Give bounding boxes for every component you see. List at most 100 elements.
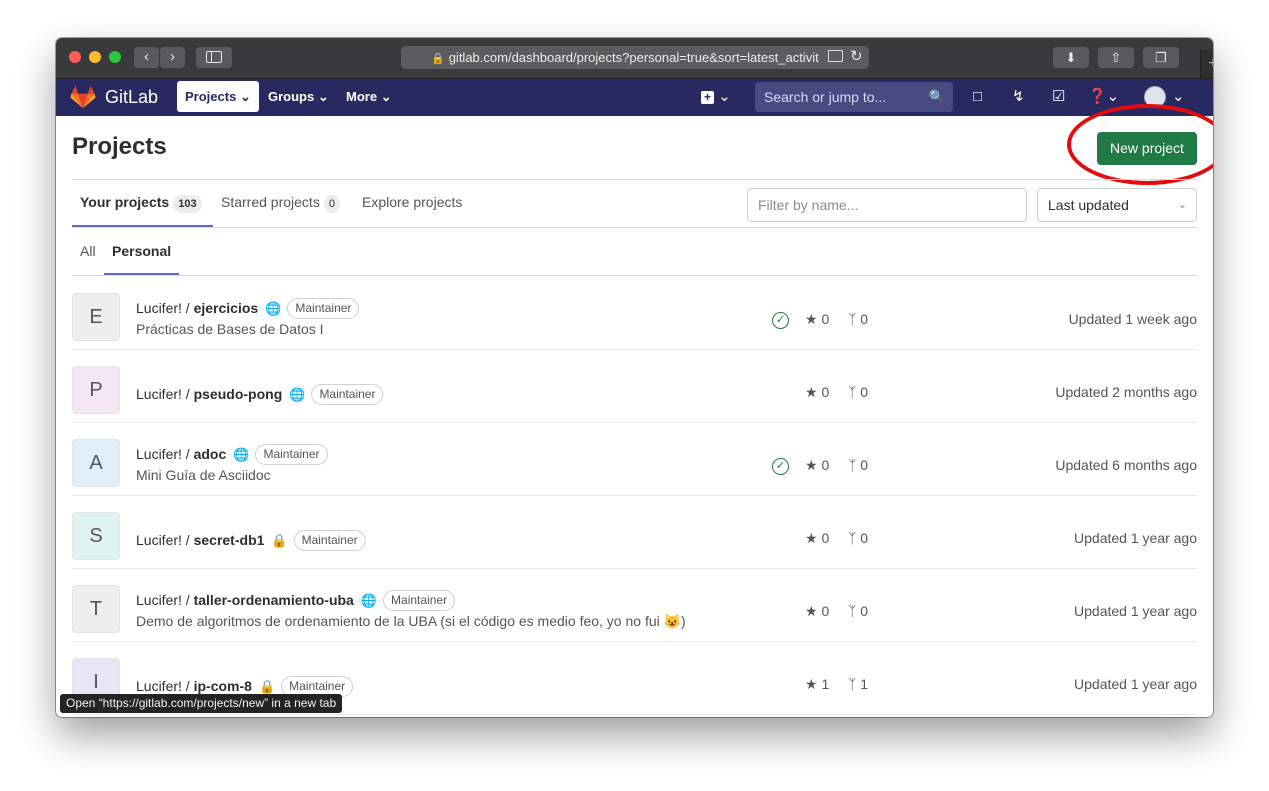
- zoom-window-button[interactable]: [109, 51, 121, 63]
- star-count[interactable]: ★ 0: [805, 311, 829, 328]
- page-title: Projects: [72, 133, 167, 160]
- role-badge: Maintainer: [287, 298, 360, 319]
- updated-timestamp: Updated 1 year ago: [1074, 676, 1197, 692]
- downloads-icon[interactable]: ⬇: [1053, 47, 1089, 68]
- merge-requests-icon[interactable]: ↯: [1012, 87, 1025, 107]
- reader-icon[interactable]: [828, 50, 843, 62]
- project-row[interactable]: T Lucifer! / taller-ordenamiento-uba 🌐 Main…: [72, 568, 1197, 642]
- star-count-value: 0: [821, 603, 830, 619]
- project-title[interactable]: pseudo-pong: [194, 386, 283, 402]
- star-count[interactable]: ★ 0: [805, 603, 829, 620]
- nav-groups-dropdown[interactable]: Groups ⌄: [260, 81, 337, 112]
- project-avatar[interactable]: P: [72, 366, 120, 414]
- fork-count[interactable]: ᛉ 0: [848, 530, 868, 546]
- sidebar-toggle-icon[interactable]: [196, 47, 232, 68]
- address-bar[interactable]: 🔒 gitlab.com/dashboard/projects?personal=…: [401, 46, 869, 69]
- project-namespace: Lucifer! /: [136, 386, 194, 402]
- gitlab-top-nav: GitLab Projects ⌄ Groups ⌄ More ⌄ + ⌄ Se…: [56, 79, 1213, 116]
- project-title[interactable]: ip-com-8: [194, 678, 252, 694]
- project-avatar[interactable]: S: [72, 512, 120, 560]
- project-namespace: Lucifer! /: [136, 300, 194, 316]
- project-avatar[interactable]: A: [72, 439, 120, 487]
- tab-your-projects[interactable]: Your projects 103: [80, 194, 202, 213]
- todos-icon[interactable]: ☑: [1052, 87, 1065, 107]
- project-row[interactable]: E Lucifer! / ejercicios 🌐 Maintainer Práctic…: [72, 276, 1197, 350]
- fork-count-value: 0: [860, 384, 869, 400]
- project-name[interactable]: Lucifer! / ejercicios 🌐 Maintainer: [136, 298, 360, 319]
- fork-count[interactable]: ᛉ 1: [848, 676, 868, 692]
- fork-count[interactable]: ᛉ 0: [848, 457, 868, 473]
- browser-window: ‹ › 🔒 gitlab.com/dashboard/projects?perso…: [56, 38, 1213, 717]
- project-avatar[interactable]: T: [72, 585, 120, 633]
- nav-projects-dropdown[interactable]: Projects ⌄: [177, 81, 259, 112]
- project-row[interactable]: P Lucifer! / pseudo-pong 🌐 Maintainer ★ 0ᛉ 0…: [72, 349, 1197, 423]
- globe-icon: 🌐: [289, 387, 306, 402]
- updated-timestamp: Updated 6 months ago: [1055, 457, 1197, 473]
- subtab-personal[interactable]: Personal: [112, 243, 171, 259]
- subtab-all[interactable]: All: [80, 243, 96, 259]
- chevron-down-icon: ⌄: [1177, 199, 1187, 211]
- star-count[interactable]: ★ 1: [805, 676, 829, 693]
- issues-icon[interactable]: □: [973, 87, 982, 107]
- back-button[interactable]: ‹: [134, 47, 159, 68]
- fork-count-value: 0: [860, 603, 869, 619]
- star-count-value: 0: [821, 311, 830, 327]
- count-badge: 103: [173, 195, 202, 213]
- star-count[interactable]: ★ 0: [805, 530, 829, 547]
- new-item-dropdown-icon[interactable]: + ⌄: [701, 87, 731, 107]
- project-title[interactable]: ejercicios: [194, 300, 259, 316]
- help-dropdown-icon[interactable]: ❓⌄: [1088, 87, 1119, 107]
- fork-count[interactable]: ᛉ 0: [848, 603, 868, 619]
- filter-by-name-input[interactable]: Filter by name...: [747, 188, 1027, 222]
- star-count[interactable]: ★ 0: [805, 457, 829, 474]
- globe-icon: 🌐: [265, 301, 282, 316]
- fork-count[interactable]: ᛉ 0: [848, 311, 868, 327]
- star-count-value: 0: [821, 384, 830, 400]
- project-name[interactable]: Lucifer! / adoc 🌐 Maintainer: [136, 444, 328, 465]
- gitlab-logo-icon[interactable]: [70, 85, 96, 109]
- sort-selected: Last updated: [1048, 197, 1129, 213]
- minimize-window-button[interactable]: [89, 51, 101, 63]
- tab-label: Your projects: [80, 194, 170, 210]
- project-title[interactable]: secret-db1: [194, 532, 265, 548]
- lock-icon: 🔒: [258, 679, 276, 694]
- share-icon[interactable]: ⇧: [1098, 47, 1134, 68]
- pipeline-passed-icon[interactable]: ✓: [772, 458, 789, 475]
- star-count-value: 0: [821, 530, 830, 546]
- close-window-button[interactable]: [69, 51, 81, 63]
- star-icon: ★: [805, 384, 818, 400]
- reload-icon[interactable]: ↻: [850, 47, 863, 65]
- gitlab-brand[interactable]: GitLab: [105, 87, 158, 108]
- project-description: Mini Guía de Asciidoc: [136, 467, 271, 483]
- role-badge: Maintainer: [383, 590, 456, 611]
- globe-icon: 🌐: [360, 593, 378, 608]
- search-placeholder: Search or jump to...: [764, 89, 887, 105]
- fork-icon: ᛉ: [848, 603, 857, 619]
- star-count[interactable]: ★ 0: [805, 384, 829, 401]
- nav-more-dropdown[interactable]: More ⌄: [338, 81, 400, 112]
- sort-dropdown[interactable]: Last updated ⌄: [1037, 188, 1197, 222]
- fork-icon: ᛉ: [848, 457, 857, 473]
- project-title[interactable]: adoc: [194, 446, 227, 462]
- fork-icon: ᛉ: [848, 530, 857, 546]
- project-name[interactable]: Lucifer! / secret-db1 🔒 Maintainer: [136, 530, 366, 551]
- tabs-overview-icon[interactable]: ❐: [1143, 47, 1179, 68]
- fork-count[interactable]: ᛉ 0: [848, 384, 868, 400]
- project-name[interactable]: Lucifer! / taller-ordenamiento-uba 🌐 Maint…: [136, 590, 456, 611]
- star-count-value: 1: [821, 676, 830, 692]
- pipeline-passed-icon[interactable]: ✓: [772, 312, 789, 329]
- project-title[interactable]: taller-ordenamiento-uba: [194, 592, 354, 608]
- tab-label: Starred projects: [221, 194, 320, 210]
- chevron-down-icon[interactable]: ⌄: [1172, 87, 1185, 107]
- forward-button[interactable]: ›: [160, 47, 185, 68]
- browser-toolbar: ‹ › 🔒 gitlab.com/dashboard/projects?perso…: [56, 38, 1213, 79]
- project-name[interactable]: Lucifer! / pseudo-pong 🌐 Maintainer: [136, 384, 384, 405]
- project-row[interactable]: S Lucifer! / secret-db1 🔒 Maintainer ★ 0ᛉ 0U…: [72, 495, 1197, 569]
- project-row[interactable]: A Lucifer! / adoc 🌐 Maintainer Mini Guía de …: [72, 422, 1197, 496]
- tab-explore-projects[interactable]: Explore projects: [362, 194, 462, 210]
- search-input[interactable]: Search or jump to... 🔍: [755, 82, 953, 112]
- project-avatar[interactable]: E: [72, 293, 120, 341]
- role-badge: Maintainer: [311, 384, 384, 405]
- tab-starred-projects[interactable]: Starred projects 0: [221, 194, 340, 213]
- new-tab-button[interactable]: +: [1200, 50, 1213, 78]
